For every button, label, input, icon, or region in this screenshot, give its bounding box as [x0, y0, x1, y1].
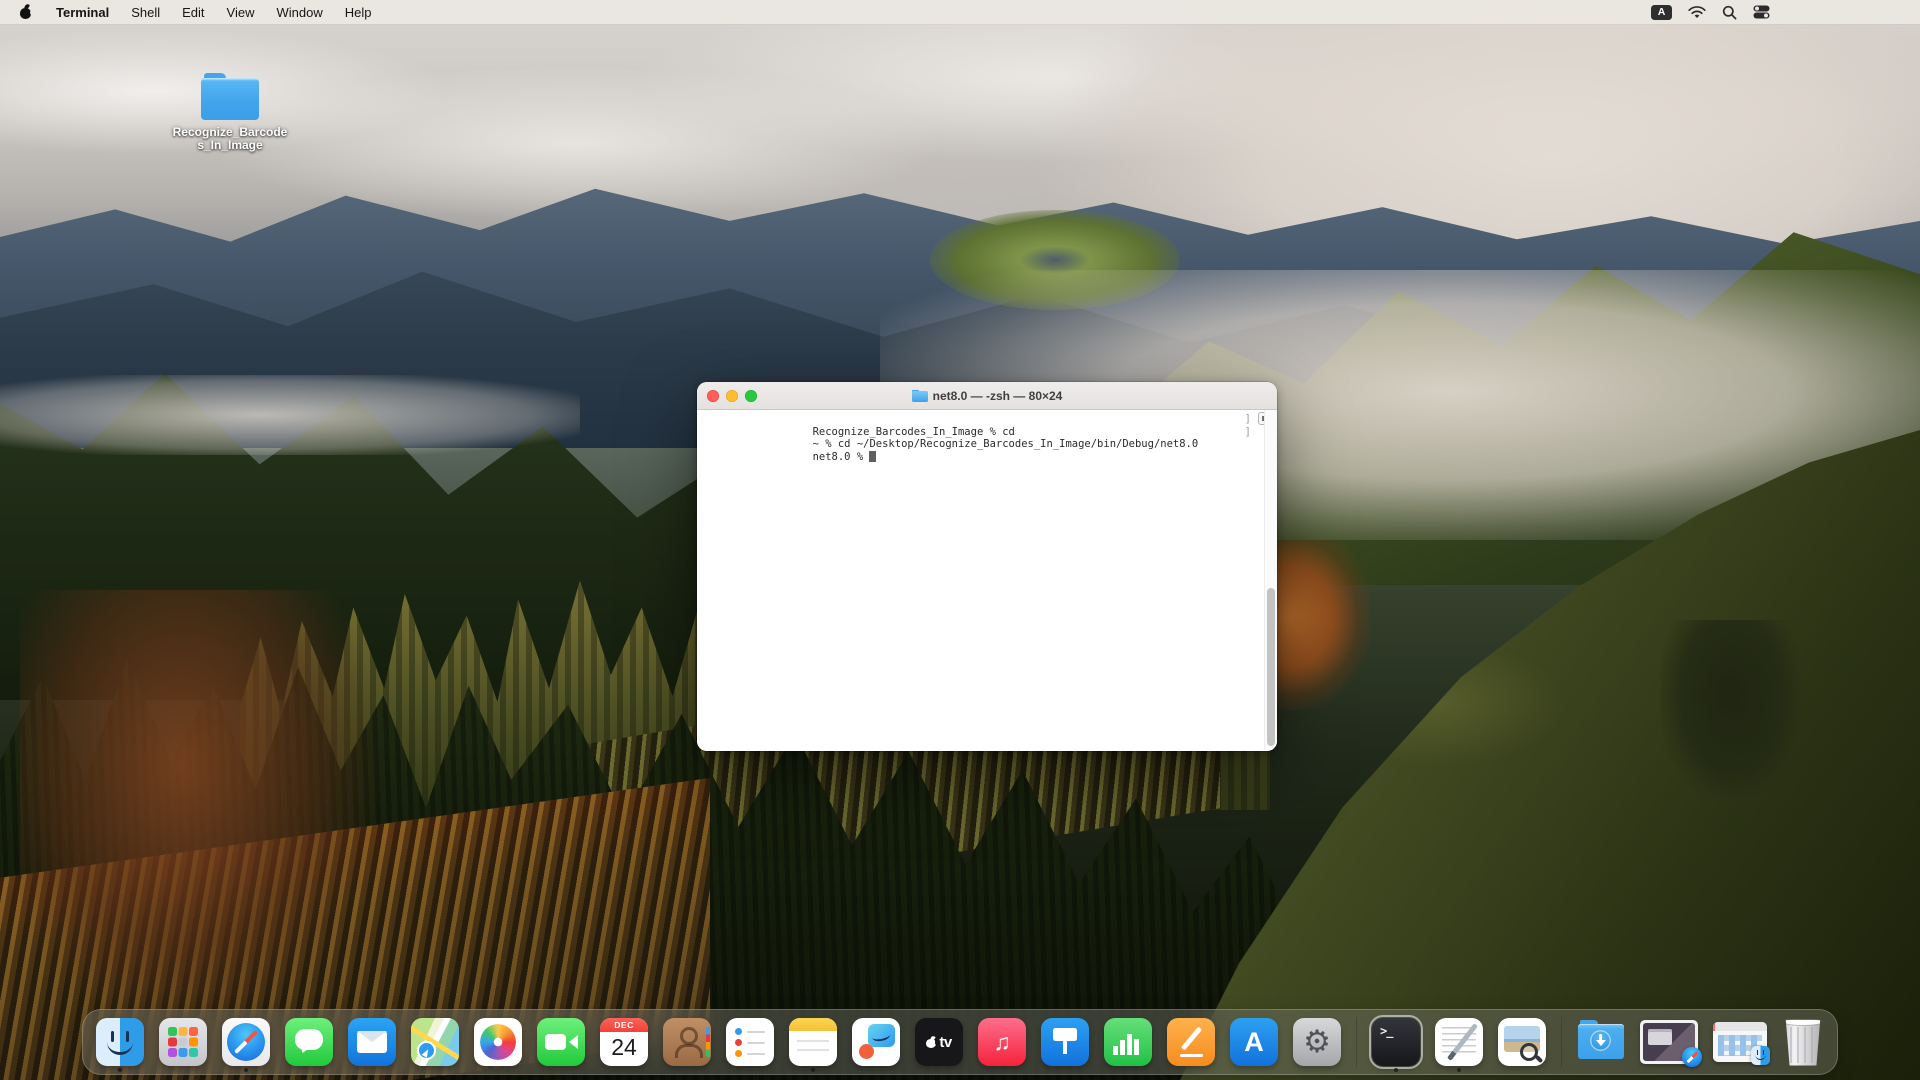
window-title-text: net8.0 — -zsh — 80×24 — [933, 389, 1063, 403]
spotlight-search-icon[interactable] — [1722, 5, 1737, 20]
dock-calendar[interactable]: DEC 24 — [600, 1018, 648, 1066]
numbers-icon — [1104, 1018, 1152, 1066]
launchpad-icon — [159, 1018, 207, 1066]
app-store-icon: A — [1230, 1018, 1278, 1066]
dock-preview[interactable] — [1498, 1018, 1546, 1066]
desktop-folder-label: Recognize_Barcodes_In_Image — [171, 126, 289, 152]
dock-separator — [1356, 1017, 1357, 1067]
dock-facetime[interactable] — [537, 1018, 585, 1066]
mail-icon — [348, 1018, 396, 1066]
terminal-window: net8.0 — -zsh — 80×24 Recognize_Barcodes… — [697, 382, 1277, 751]
photos-icon — [474, 1018, 522, 1066]
menu-item-shell[interactable]: Shell — [120, 2, 171, 23]
music-icon: ♫ — [978, 1018, 1026, 1066]
terminal-prompt-glyph: >_ — [1380, 1024, 1392, 1038]
dock-terminal[interactable]: >_ — [1372, 1018, 1420, 1066]
calendar-month-label: DEC — [600, 1018, 648, 1032]
dock-app-store[interactable]: A — [1230, 1018, 1278, 1066]
dock-trash[interactable] — [1782, 1019, 1824, 1066]
status-icon-cluster: A — [1651, 0, 1770, 24]
menu-item-window[interactable]: Window — [266, 2, 334, 23]
terminal-line: net8.0 % — [762, 438, 1277, 451]
textedit-icon — [1435, 1018, 1483, 1066]
apple-tv-icon: tv — [915, 1018, 963, 1066]
input-source-icon[interactable]: A — [1651, 5, 1672, 20]
dock-contacts[interactable] — [663, 1018, 711, 1066]
terminal-cursor — [869, 451, 876, 462]
system-settings-gear-icon: ⚙ — [1293, 1018, 1341, 1066]
freeform-icon — [852, 1018, 900, 1066]
scrollbar-track[interactable] — [1264, 410, 1277, 750]
prompt-mark: ] — [1245, 426, 1251, 439]
screen: Terminal Shell Edit View Window Help A — [0, 0, 1920, 1080]
reminders-icon — [726, 1018, 774, 1066]
desktop-folder-recognize-barcodes[interactable]: Recognize_Barcodes_In_Image — [171, 72, 289, 152]
dock-pages[interactable] — [1167, 1018, 1215, 1066]
notes-icon — [789, 1018, 837, 1066]
dock-mail[interactable] — [348, 1018, 396, 1066]
maps-icon — [411, 1018, 459, 1066]
menu-bar: Terminal Shell Edit View Window Help A — [0, 0, 1920, 24]
terminal-icon: >_ — [1372, 1018, 1420, 1066]
scrollbar-thumb[interactable] — [1267, 588, 1275, 746]
dock-keynote[interactable] — [1041, 1018, 1089, 1066]
menu-app-name[interactable]: Terminal — [45, 2, 120, 23]
apple-menu-icon[interactable] — [19, 4, 33, 20]
finder-icon — [96, 1018, 144, 1066]
dock-reminders[interactable] — [726, 1018, 774, 1066]
proxy-folder-icon — [912, 390, 928, 402]
dock-music[interactable]: ♫ — [978, 1018, 1026, 1066]
dock-minimized-window-finder[interactable] — [1713, 1022, 1767, 1062]
minimize-button[interactable] — [726, 390, 738, 402]
dock: DEC 24 tv ♫ A ⚙ >_ — [82, 1009, 1838, 1075]
terminal-content[interactable]: Recognize_Barcodes_In_Image % cd ] ~ % c… — [697, 410, 1277, 750]
keynote-icon — [1041, 1018, 1089, 1066]
prompt-mark: ] — [1245, 413, 1251, 426]
window-title: net8.0 — -zsh — 80×24 — [912, 389, 1063, 403]
apple-logo-icon — [926, 1036, 937, 1049]
dock-notes[interactable] — [789, 1018, 837, 1066]
dock-system-settings[interactable]: ⚙ — [1293, 1018, 1341, 1066]
dock-downloads-folder[interactable] — [1577, 1018, 1625, 1066]
downloads-folder-icon — [1577, 1018, 1625, 1066]
window-titlebar[interactable]: net8.0 — -zsh — 80×24 — [697, 382, 1277, 410]
folder-icon — [201, 72, 259, 122]
menu-item-edit[interactable]: Edit — [171, 2, 215, 23]
dock-safari[interactable] — [222, 1018, 270, 1066]
preview-icon — [1498, 1018, 1546, 1066]
menu-item-view[interactable]: View — [216, 2, 266, 23]
wifi-icon[interactable] — [1688, 6, 1706, 19]
dock-messages[interactable] — [285, 1018, 333, 1066]
dock-freeform[interactable] — [852, 1018, 900, 1066]
dock-numbers[interactable] — [1104, 1018, 1152, 1066]
dock-finder[interactable] — [96, 1018, 144, 1066]
menu-item-help[interactable]: Help — [334, 2, 383, 23]
dock-maps[interactable] — [411, 1018, 459, 1066]
dock-apple-tv[interactable]: tv — [915, 1018, 963, 1066]
control-center-icon[interactable] — [1753, 5, 1770, 19]
contacts-icon — [663, 1018, 711, 1066]
terminal-line: ~ % cd ~/Desktop/Recognize_Barcodes_In_I… — [762, 426, 1277, 439]
safari-badge-icon — [1682, 1047, 1702, 1067]
trash-icon — [1782, 1019, 1824, 1066]
facetime-icon — [537, 1018, 585, 1066]
dock-photos[interactable] — [474, 1018, 522, 1066]
calendar-icon: DEC 24 — [600, 1018, 648, 1066]
close-button[interactable] — [707, 390, 719, 402]
zoom-button[interactable] — [745, 390, 757, 402]
messages-icon — [285, 1018, 333, 1066]
dock-separator — [1561, 1017, 1562, 1067]
apple-tv-label: tv — [939, 1034, 951, 1051]
calendar-day-label: 24 — [600, 1031, 648, 1064]
safari-icon — [222, 1018, 270, 1066]
dock-textedit[interactable] — [1435, 1018, 1483, 1066]
pages-icon — [1167, 1018, 1215, 1066]
terminal-line: Recognize_Barcodes_In_Image % cd ] — [762, 413, 1277, 426]
finder-badge-icon — [1751, 1046, 1770, 1065]
dock-minimized-window-safari[interactable] — [1640, 1020, 1698, 1064]
download-arrow-icon — [1590, 1030, 1611, 1051]
dock-launchpad[interactable] — [159, 1018, 207, 1066]
